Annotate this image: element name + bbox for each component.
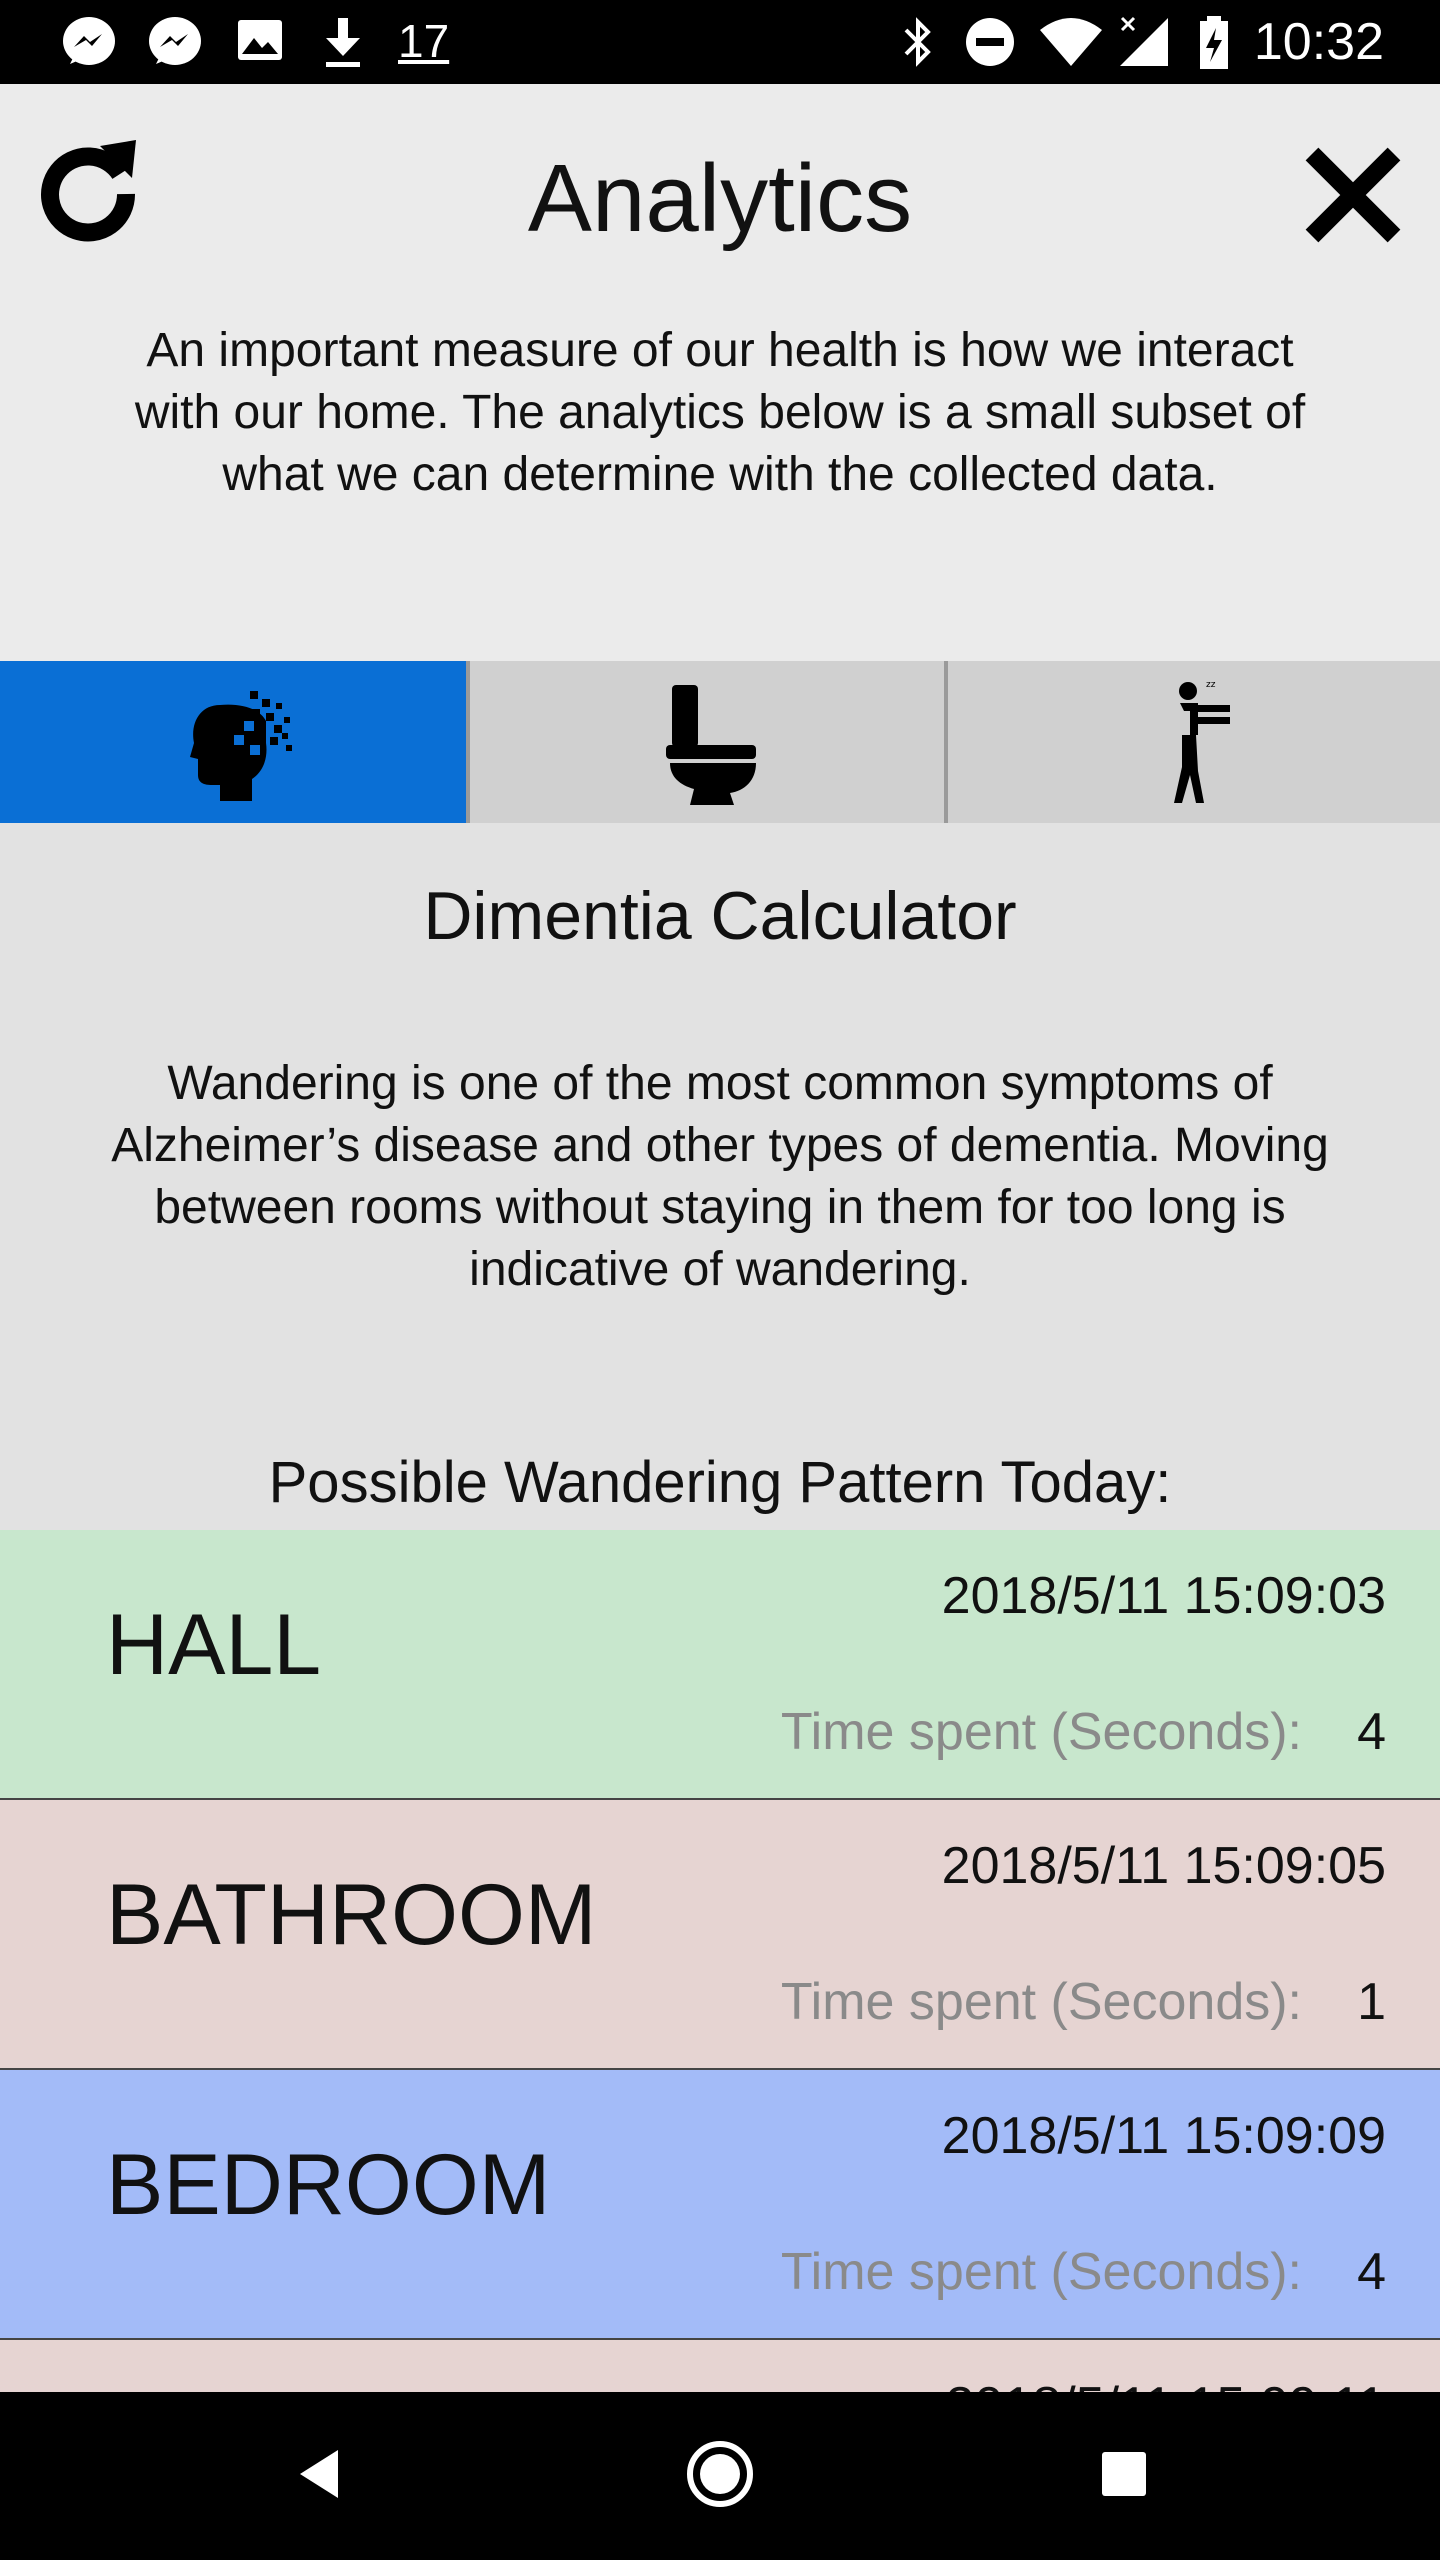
cellular-signal-icon — [1120, 16, 1168, 66]
brain-head-icon — [190, 691, 292, 801]
image-icon — [238, 20, 282, 60]
dementia-section: Dimentia Calculator Wandering is one of … — [0, 823, 1440, 1530]
clock: 10:32 — [1253, 13, 1384, 71]
wandering-list: HALL 2018/5/11 15:09:03 Time spent (Seco… — [0, 1530, 1440, 2392]
battery-charging-icon — [1200, 16, 1228, 69]
room-name: BEDROOM — [106, 2137, 551, 2233]
section-title: Dimentia Calculator — [423, 878, 1017, 954]
list-item[interactable]: BEDROOM 2018/5/11 15:09:09 Time spent (S… — [0, 2070, 1440, 2340]
time-spent-label: Time spent (Seconds): — [780, 1973, 1302, 2031]
wandering-pattern-heading: Possible Wandering Pattern Today: — [268, 1450, 1172, 1515]
bluetooth-icon — [904, 17, 931, 67]
time-spent-value: 1 — [1357, 1973, 1386, 2031]
tab-sleepwalking[interactable]: zz — [948, 661, 1440, 823]
list-item[interactable]: BATHROOM 2018/5/11 15:09:05 Time spent (… — [0, 1800, 1440, 2070]
recents-icon[interactable] — [1094, 2444, 1154, 2504]
download-icon — [326, 18, 360, 67]
page-title: Analytics — [527, 145, 913, 252]
tab-bathroom[interactable] — [470, 661, 944, 823]
time-spent-value: 4 — [1357, 1703, 1386, 1761]
do-not-disturb-icon — [966, 18, 1014, 66]
time-spent-label: Time spent (Seconds): — [780, 2243, 1302, 2301]
toilet-icon — [666, 685, 756, 805]
messenger-icon — [63, 17, 115, 65]
svg-text:zz: zz — [1206, 680, 1216, 690]
room-name: BATHROOM — [106, 1867, 597, 1963]
status-bar: 17 10:32 — [0, 0, 1440, 84]
back-icon[interactable] — [290, 2442, 354, 2506]
timestamp: 2018/5/11 15:09:05 — [941, 1837, 1386, 1895]
analytics-tabs: zz — [0, 661, 1440, 823]
notification-count: 17 — [398, 15, 450, 67]
section-description: Wandering is one of the most common symp… — [111, 1057, 1329, 1296]
time-spent-label: Time spent (Seconds): — [780, 1703, 1302, 1761]
list-item[interactable]: 2018/5/11 15:09:11 — [0, 2340, 1440, 2392]
room-name: HALL — [106, 1597, 322, 1693]
sleepwalker-icon: zz — [1174, 680, 1230, 803]
tab-dementia[interactable] — [0, 661, 466, 823]
home-icon[interactable] — [684, 2438, 756, 2510]
intro-text: An important measure of our health is ho… — [134, 324, 1306, 501]
close-icon[interactable] — [1298, 140, 1408, 250]
timestamp: 2018/5/11 15:09:03 — [941, 1567, 1386, 1625]
timestamp: 2018/5/11 15:09:11 — [946, 2376, 1386, 2392]
navigation-bar — [0, 2392, 1440, 2560]
messenger-icon — [149, 17, 201, 65]
timestamp: 2018/5/11 15:09:09 — [941, 2107, 1386, 2165]
time-spent-value: 4 — [1357, 2243, 1386, 2301]
list-item[interactable]: HALL 2018/5/11 15:09:03 Time spent (Seco… — [0, 1530, 1440, 1800]
analytics-header: Analytics An important measure of our he… — [0, 84, 1440, 661]
wifi-icon — [1040, 18, 1102, 66]
